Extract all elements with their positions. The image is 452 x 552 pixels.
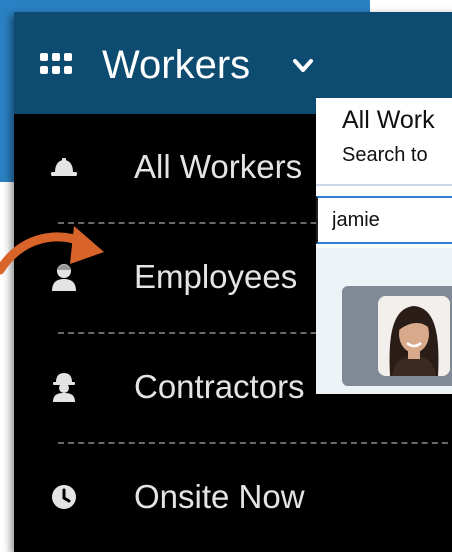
chevron-down-icon[interactable] — [292, 58, 314, 74]
pointer-arrow-icon — [0, 226, 104, 275]
divider — [316, 184, 452, 186]
apps-grid-icon — [40, 53, 72, 75]
popup-title: All Work — [342, 106, 435, 134]
popup-subtitle: Search to — [342, 144, 428, 166]
search-input[interactable] — [316, 196, 452, 244]
menu-item-label: Employees — [134, 258, 298, 295]
contractor-icon — [48, 371, 80, 403]
avatar — [378, 296, 450, 376]
search-results — [316, 248, 452, 394]
menu-item-label: Contractors — [134, 368, 305, 405]
menu-item-onsite-now[interactable]: Onsite Now — [14, 444, 434, 550]
header-title: Workers — [102, 43, 251, 87]
menu-item-label: Onsite Now — [134, 478, 305, 515]
menu-item-label: All Workers — [134, 148, 303, 185]
hard-hat-icon — [48, 151, 80, 183]
clock-icon — [48, 481, 80, 513]
worker-result-card[interactable] — [342, 286, 452, 386]
all-workers-search-popup: All Work Search to — [316, 98, 452, 394]
